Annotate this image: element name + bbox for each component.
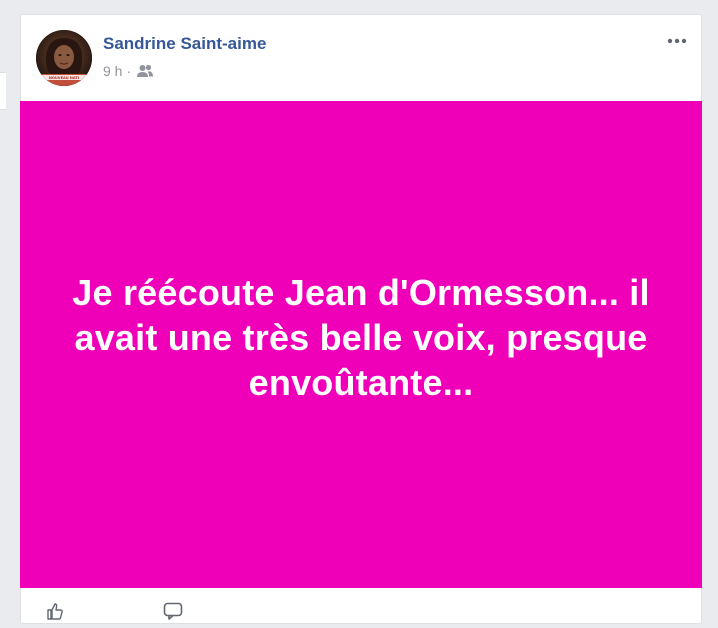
post-meta: 9 h · — [103, 63, 154, 79]
author-name[interactable]: Sandrine Saint-aime — [103, 34, 266, 54]
friends-icon[interactable] — [136, 64, 154, 78]
post-action-bar — [21, 588, 701, 628]
post-body-text: Je réécoute Jean d'Ormesson... il avait … — [72, 272, 650, 403]
ellipsis-icon — [667, 38, 687, 44]
meta-separator: · — [126, 63, 132, 79]
comment-icon[interactable] — [163, 602, 183, 625]
adjacent-panel-edge — [0, 72, 6, 110]
avatar[interactable]: NOUVEAU NATI — [36, 30, 92, 86]
avatar-photo: NOUVEAU NATI — [36, 30, 92, 86]
post-timestamp[interactable]: 9 h — [103, 63, 122, 79]
post-text-background: Je réécoute Jean d'Ormesson... il avait … — [20, 101, 702, 588]
post-card: NOUVEAU NATI Sandrine Saint-aime 9 h · J… — [20, 14, 702, 624]
like-icon[interactable] — [46, 602, 64, 625]
avatar-caption: NOUVEAU NATI — [49, 76, 79, 80]
more-options-button[interactable] — [667, 35, 687, 47]
